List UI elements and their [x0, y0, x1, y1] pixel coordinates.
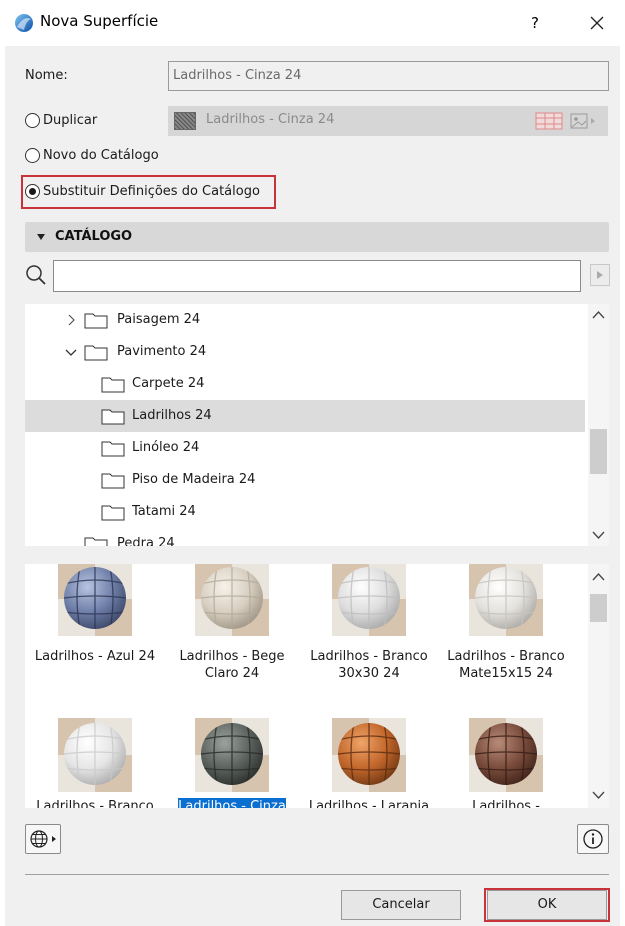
folder-icon — [101, 473, 125, 489]
texture-grid-icon — [535, 112, 563, 130]
scroll-down-icon[interactable] — [592, 530, 605, 540]
scroll-down-icon[interactable] — [592, 790, 605, 800]
tree-item-label: Pavimento 24 — [117, 344, 207, 359]
tree-scrollbar[interactable] — [588, 304, 609, 546]
caption-line: Ladrilhos - Bege — [179, 649, 285, 664]
tree-item-label: Tatami 24 — [132, 504, 196, 519]
tree-item-paisagem[interactable]: Paisagem 24 — [25, 304, 585, 336]
tree-item-pavimento[interactable]: Pavimento 24 — [25, 336, 585, 368]
surface-thumbnail-caption: Ladrilhos - Bege Claro 24 — [164, 648, 300, 682]
duplicate-radio-circle — [25, 113, 40, 128]
caption-line: Claro 24 — [204, 666, 260, 681]
tree-item-piso-madeira[interactable]: Piso de Madeira 24 — [25, 464, 585, 496]
info-icon — [583, 829, 603, 849]
surface-preview-icon — [195, 564, 269, 636]
tree-item-tatami[interactable]: Tatami 24 — [25, 496, 585, 528]
folder-icon — [101, 377, 125, 393]
window-title: Nova Superfície — [40, 12, 159, 30]
new-from-catalog-radio-circle — [25, 148, 40, 163]
close-icon — [590, 16, 604, 30]
title-bar: Nova Superfície ? — [0, 0, 625, 46]
replace-label: Substituir Definições do Catálogo — [43, 184, 260, 199]
surface-thumbnail-grid: Ladrilhos -Marrom 24Ladrilhos - Laranja2… — [25, 564, 609, 808]
search-icon — [26, 265, 46, 285]
close-button[interactable] — [582, 10, 612, 36]
caption-line: Mate15x15 24 — [459, 666, 553, 681]
caption-line: Ladrilhos - Azul 24 — [34, 649, 156, 664]
chevron-down-icon[interactable] — [65, 346, 77, 358]
catalog-tree: Paisagem 24 Pavimento 24 Carpete 24 Ladr… — [25, 304, 609, 546]
catalog-search-input[interactable] — [53, 260, 581, 292]
tree-item-label: Linóleo 24 — [132, 440, 200, 455]
duplicate-combo: Ladrilhos - Cinza 24 — [168, 106, 608, 136]
caption-line: 30x30 24 — [338, 666, 400, 681]
scroll-up-icon[interactable] — [592, 310, 605, 320]
surface-swatch — [174, 112, 196, 130]
surface-thumbnail[interactable]: Ladrilhos - Bege Claro 24 — [164, 564, 300, 808]
ok-button[interactable]: OK — [487, 890, 607, 920]
surface-preview-icon — [469, 564, 543, 636]
new-from-catalog-label: Novo do Catálogo — [43, 148, 159, 163]
surface-thumbnail-caption: Ladrilhos - Branco 30x30 24 — [301, 648, 437, 682]
globe-menu-button[interactable] — [25, 824, 61, 854]
catalog-header-label: CATÁLOGO — [55, 229, 133, 244]
help-button[interactable]: ? — [520, 10, 550, 36]
surface-preview-icon — [58, 564, 132, 636]
search-go-button[interactable] — [590, 264, 610, 286]
tree-item-carpete[interactable]: Carpete 24 — [25, 368, 585, 400]
globe-icon — [30, 830, 56, 848]
surface-preview-icon — [332, 564, 406, 636]
surface-thumbnail[interactable]: Ladrilhos - Branco Mate15x15 24 — [438, 564, 574, 808]
replace-radio-circle — [25, 184, 40, 199]
app-icon — [15, 14, 33, 32]
tree-item-label: Ladrilhos 24 — [132, 408, 212, 423]
separator — [25, 874, 609, 875]
folder-icon — [84, 537, 108, 546]
surface-thumbnail[interactable]: Ladrilhos - Branco 30x30 24 — [301, 564, 437, 808]
folder-icon — [84, 313, 108, 329]
tree-item-label: Piso de Madeira 24 — [132, 472, 256, 487]
tree-scroll-thumb[interactable] — [590, 429, 607, 474]
tree-item-pedra[interactable]: Pedra 24 — [25, 528, 585, 546]
tree-item-label: Pedra 24 — [117, 536, 175, 546]
surface-thumbnail[interactable]: Ladrilhos - Azul 24 — [27, 564, 163, 808]
scroll-up-icon[interactable] — [592, 572, 605, 582]
duplicate-value: Ladrilhos - Cinza 24 — [206, 112, 335, 127]
name-label: Nome: — [25, 68, 68, 83]
name-field[interactable]: Ladrilhos - Cinza 24 — [168, 61, 609, 91]
duplicate-radio[interactable]: Duplicar — [25, 113, 97, 128]
folder-icon — [84, 345, 108, 361]
chevron-right-icon[interactable] — [65, 314, 77, 326]
tree-item-label: Carpete 24 — [132, 376, 205, 391]
dialog-body: Nome: Ladrilhos - Cinza 24 Duplicar Ladr… — [5, 46, 620, 926]
folder-icon — [101, 441, 125, 457]
caption-line: Ladrilhos - Branco — [447, 649, 565, 664]
collapse-triangle-icon — [37, 234, 45, 240]
folder-icon — [101, 409, 125, 425]
picture-icon — [570, 113, 595, 129]
tree-item-label: Paisagem 24 — [117, 312, 201, 327]
caption-line: Ladrilhos - Branco — [310, 649, 428, 664]
cancel-button[interactable]: Cancelar — [341, 890, 461, 920]
folder-icon — [101, 505, 125, 521]
surface-thumbnail-caption: Ladrilhos - Azul 24 — [27, 648, 163, 665]
duplicate-label: Duplicar — [43, 113, 98, 128]
thumbnail-scroll-thumb[interactable] — [590, 594, 607, 622]
replace-definitions-radio[interactable]: Substituir Definições do Catálogo — [25, 184, 260, 199]
new-from-catalog-radio[interactable]: Novo do Catálogo — [25, 148, 159, 163]
surface-thumbnail-caption: Ladrilhos - Branco Mate15x15 24 — [438, 648, 574, 682]
info-button[interactable] — [577, 824, 609, 854]
catalog-header[interactable]: CATÁLOGO — [25, 222, 609, 252]
tree-item-ladrilhos[interactable]: Ladrilhos 24 — [25, 400, 585, 432]
tree-item-linoleo[interactable]: Linóleo 24 — [25, 432, 585, 464]
thumbnail-scrollbar[interactable] — [588, 564, 609, 808]
